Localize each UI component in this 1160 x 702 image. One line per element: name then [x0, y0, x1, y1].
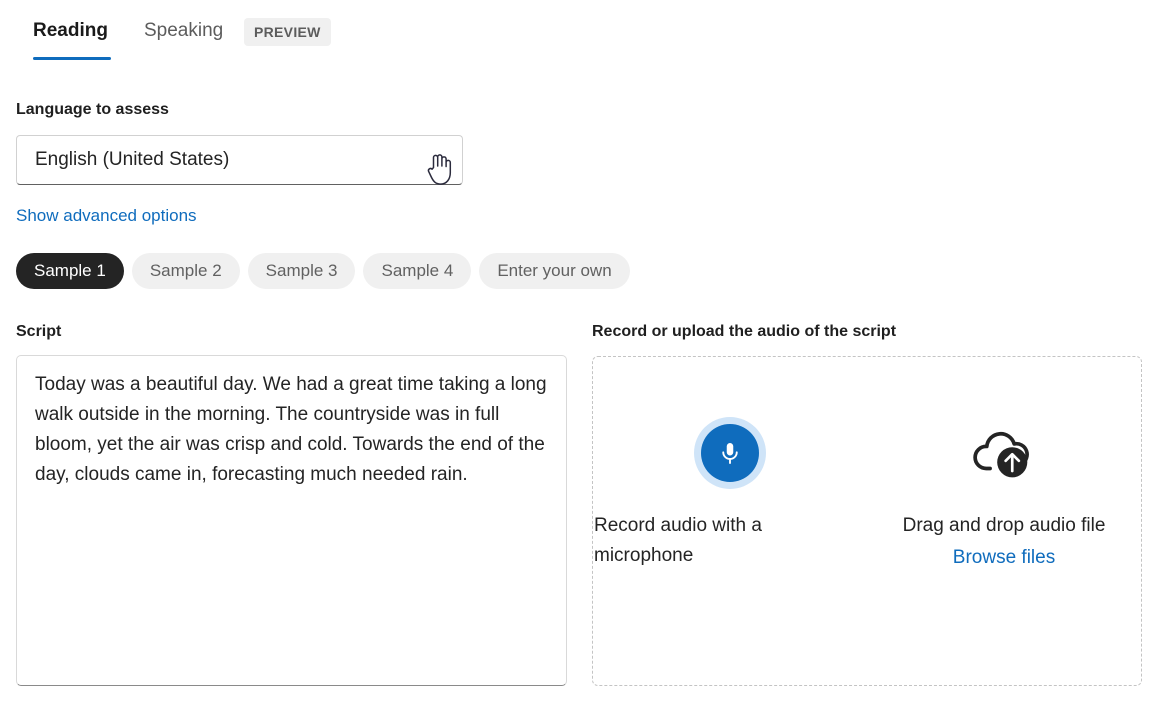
record-upload-dropzone[interactable]: Record audio with a microphone Drag and …: [592, 356, 1142, 686]
sample-pill-4[interactable]: Sample 4: [363, 253, 471, 289]
record-microphone-option[interactable]: Record audio with a microphone: [593, 357, 867, 685]
show-advanced-options-link[interactable]: Show advanced options: [16, 204, 197, 228]
cloud-upload-icon: [968, 417, 1040, 489]
sample-pill-1[interactable]: Sample 1: [16, 253, 124, 289]
tab-bar: Reading Speaking PREVIEW: [0, 0, 1160, 62]
tab-reading[interactable]: Reading: [33, 18, 108, 44]
browse-files-link[interactable]: Browse files: [953, 543, 1055, 573]
sample-pill-2[interactable]: Sample 2: [132, 253, 240, 289]
tab-speaking[interactable]: Speaking: [144, 18, 223, 44]
sample-pill-3[interactable]: Sample 3: [248, 253, 356, 289]
microphone-icon[interactable]: [694, 417, 766, 489]
preview-badge: PREVIEW: [244, 18, 331, 46]
script-heading: Script: [16, 321, 61, 343]
sample-pill-group: Sample 1 Sample 2 Sample 3 Sample 4 Ente…: [16, 253, 630, 289]
language-dropdown[interactable]: English (United States): [16, 135, 463, 185]
language-heading: Language to assess: [16, 99, 169, 121]
record-upload-option[interactable]: Drag and drop audio file Browse files: [867, 357, 1141, 685]
sample-pill-enter-your-own[interactable]: Enter your own: [479, 253, 629, 289]
record-heading: Record or upload the audio of the script: [592, 321, 896, 343]
tab-active-indicator: [33, 57, 111, 60]
language-dropdown-value: English (United States): [35, 148, 432, 172]
chevron-down-icon: [432, 152, 448, 168]
upload-caption: Drag and drop audio file: [867, 511, 1141, 541]
record-microphone-caption: Record audio with a microphone: [593, 511, 789, 571]
script-textarea[interactable]: [16, 355, 567, 686]
